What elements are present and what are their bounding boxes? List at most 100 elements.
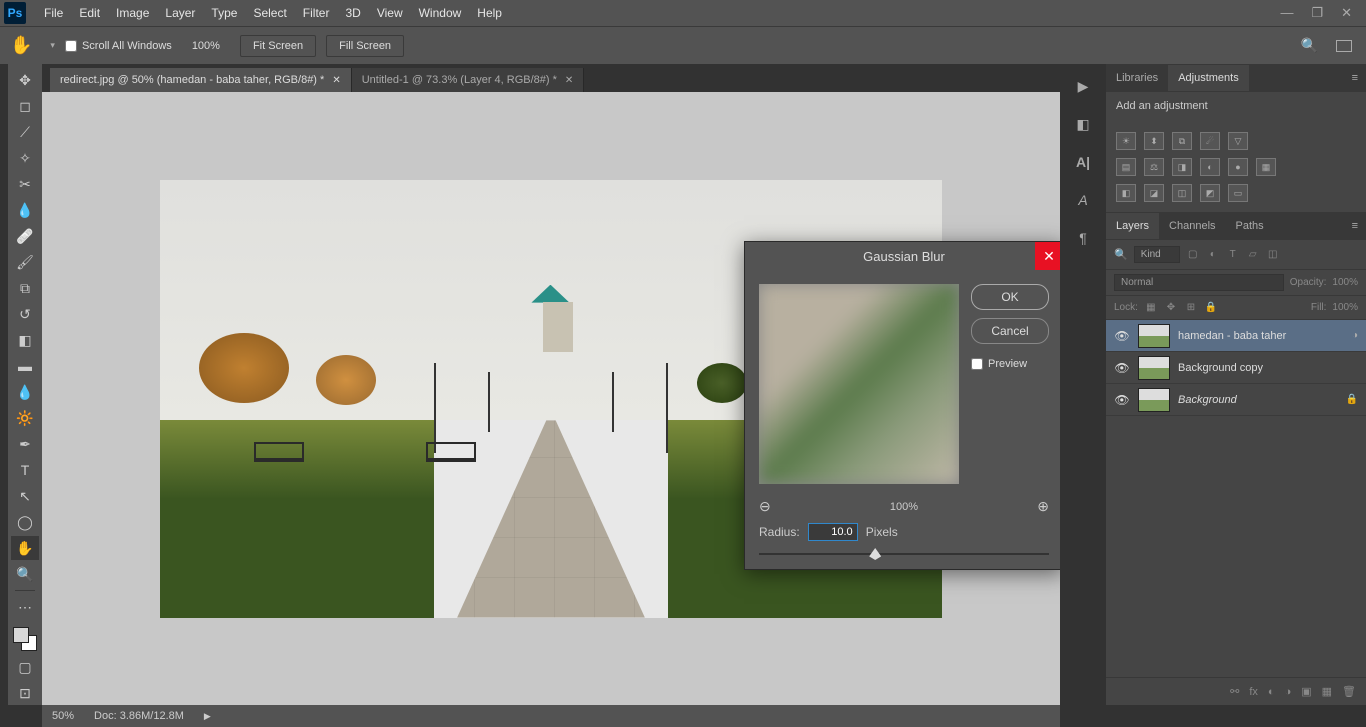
history-brush-tool[interactable]: ↺ xyxy=(11,302,39,326)
tab-adjustments[interactable]: Adjustments xyxy=(1168,65,1249,91)
status-doc-size[interactable]: Doc: 3.86M/12.8M xyxy=(94,710,184,722)
layer-row-3[interactable]: 👁 Background 🔒 xyxy=(1106,384,1366,416)
tab-channels[interactable]: Channels xyxy=(1159,213,1225,239)
link-layers-icon[interactable]: ⚯ xyxy=(1230,685,1239,698)
opacity-value[interactable]: 100% xyxy=(1332,277,1358,288)
tab-paths[interactable]: Paths xyxy=(1226,213,1274,239)
slider-thumb[interactable] xyxy=(869,548,881,560)
layer-name-2[interactable]: Background copy xyxy=(1178,362,1263,374)
path-selection-tool[interactable]: ↖ xyxy=(11,484,39,508)
layer-row-2[interactable]: 👁 Background copy xyxy=(1106,352,1366,384)
eraser-tool[interactable]: ◧ xyxy=(11,328,39,352)
lock-all-icon[interactable]: 🔒 xyxy=(1204,301,1218,315)
lock-artboard-icon[interactable]: ⊞ xyxy=(1184,301,1198,315)
close-button[interactable]: ✕ xyxy=(1341,5,1352,21)
layer-name-1[interactable]: hamedan - baba taher xyxy=(1178,330,1286,342)
workspace-switcher[interactable] xyxy=(1336,40,1352,52)
filter-adjust-icon[interactable]: ◐ xyxy=(1206,248,1220,262)
brush-tool[interactable]: 🖌 xyxy=(11,250,39,274)
filter-type-icon[interactable]: T xyxy=(1226,248,1240,262)
menu-select[interactable]: Select xyxy=(245,2,294,24)
preview-checkbox-input[interactable] xyxy=(971,358,983,370)
layer-row-1[interactable]: 👁 hamedan - baba taher ◑ xyxy=(1106,320,1366,352)
dialog-preview[interactable] xyxy=(759,284,959,484)
channel-mixer-icon[interactable]: ● xyxy=(1228,158,1248,176)
fit-screen-button[interactable]: Fit Screen xyxy=(240,35,316,57)
new-layer-icon[interactable]: ▦ xyxy=(1322,685,1332,698)
threshold-icon[interactable]: ◫ xyxy=(1172,184,1192,202)
zoom-out-icon[interactable]: ⊖ xyxy=(759,498,771,515)
scroll-all-input[interactable] xyxy=(65,40,77,52)
paragraph-panel-icon[interactable]: ¶ xyxy=(1071,226,1095,250)
clone-stamp-tool[interactable]: ⧉ xyxy=(11,276,39,300)
preview-checkbox[interactable]: Preview xyxy=(971,358,1049,370)
exposure-icon[interactable]: ☄ xyxy=(1200,132,1220,150)
radius-slider[interactable] xyxy=(745,553,1060,569)
dialog-close-button[interactable]: ✕ xyxy=(1035,242,1060,270)
filter-smart-icon[interactable]: ◫ xyxy=(1266,248,1280,262)
color-swatches[interactable] xyxy=(11,625,39,653)
close-tab-1[interactable]: ✕ xyxy=(332,75,340,86)
tab-libraries[interactable]: Libraries xyxy=(1106,65,1168,91)
brightness-icon[interactable]: ☀ xyxy=(1116,132,1136,150)
hue-icon[interactable]: ▤ xyxy=(1116,158,1136,176)
maximize-button[interactable]: ❐ xyxy=(1311,5,1323,21)
shape-tool[interactable]: ◯ xyxy=(11,510,39,534)
healing-brush-tool[interactable]: 🩹 xyxy=(11,224,39,248)
color-balance-icon[interactable]: ⚖ xyxy=(1144,158,1164,176)
menu-edit[interactable]: Edit xyxy=(71,2,108,24)
collapse-handle-left[interactable] xyxy=(0,64,8,705)
glyphs-panel-icon[interactable]: A xyxy=(1071,188,1095,212)
fill-screen-button[interactable]: Fill Screen xyxy=(326,35,404,57)
tab-layers[interactable]: Layers xyxy=(1106,213,1159,239)
canvas-viewport[interactable]: Gaussian Blur ✕ OK Cancel Preview xyxy=(42,92,1060,705)
history-panel-icon[interactable]: ◧ xyxy=(1071,112,1095,136)
play-actions-icon[interactable]: ▶ xyxy=(1071,74,1095,98)
layer-fx-icon[interactable]: fx xyxy=(1249,686,1258,698)
status-arrow-icon[interactable]: ▶ xyxy=(204,711,211,722)
foreground-color-swatch[interactable] xyxy=(13,627,29,643)
zoom-level[interactable]: 100% xyxy=(182,38,230,54)
close-tab-2[interactable]: ✕ xyxy=(565,75,573,86)
posterize-icon[interactable]: ◪ xyxy=(1144,184,1164,202)
filter-image-icon[interactable]: ▢ xyxy=(1186,248,1200,262)
fill-value[interactable]: 100% xyxy=(1332,302,1358,313)
curves-icon[interactable]: ⧉ xyxy=(1172,132,1192,150)
pen-tool[interactable]: ✒ xyxy=(11,432,39,456)
menu-layer[interactable]: Layer xyxy=(157,2,203,24)
blur-tool[interactable]: 💧 xyxy=(11,380,39,404)
menu-filter[interactable]: Filter xyxy=(295,2,338,24)
ok-button[interactable]: OK xyxy=(971,284,1049,310)
menu-3d[interactable]: 3D xyxy=(337,2,368,24)
scroll-all-checkbox[interactable]: Scroll All Windows xyxy=(65,40,172,52)
marquee-tool[interactable]: ◻ xyxy=(11,94,39,118)
lock-pixels-icon[interactable]: ▦ xyxy=(1144,301,1158,315)
invert-icon[interactable]: ◧ xyxy=(1116,184,1136,202)
search-icon[interactable]: 🔍 xyxy=(1301,37,1318,54)
menu-type[interactable]: Type xyxy=(203,2,245,24)
selective-color-icon[interactable]: ◩ xyxy=(1200,184,1220,202)
status-zoom[interactable]: 50% xyxy=(52,710,74,722)
menu-window[interactable]: Window xyxy=(411,2,470,24)
layer-name-3[interactable]: Background xyxy=(1178,394,1237,406)
visibility-toggle-2[interactable]: 👁 xyxy=(1114,361,1130,375)
menu-help[interactable]: Help xyxy=(469,2,510,24)
type-tool[interactable]: T xyxy=(11,458,39,482)
lock-position-icon[interactable]: ✥ xyxy=(1164,301,1178,315)
dodge-tool[interactable]: 🔆 xyxy=(11,406,39,430)
layer-thumb-2[interactable] xyxy=(1138,356,1170,380)
filter-kind-select[interactable]: Kind xyxy=(1134,246,1180,263)
tool-preset-dropdown[interactable]: ▾ xyxy=(50,40,55,51)
visibility-toggle-3[interactable]: 👁 xyxy=(1114,393,1130,407)
cancel-button[interactable]: Cancel xyxy=(971,318,1049,344)
lasso-tool[interactable]: ⟋ xyxy=(11,120,39,144)
move-tool[interactable]: ✥ xyxy=(11,68,39,92)
layer-thumb-1[interactable] xyxy=(1138,324,1170,348)
zoom-tool[interactable]: 🔍 xyxy=(11,562,39,586)
menu-file[interactable]: File xyxy=(36,2,71,24)
filter-shape-icon[interactable]: ▱ xyxy=(1246,248,1260,262)
delete-layer-icon[interactable]: 🗑 xyxy=(1342,685,1356,698)
levels-icon[interactable]: ⬍ xyxy=(1144,132,1164,150)
layer-thumb-3[interactable] xyxy=(1138,388,1170,412)
radius-input[interactable] xyxy=(808,523,858,541)
